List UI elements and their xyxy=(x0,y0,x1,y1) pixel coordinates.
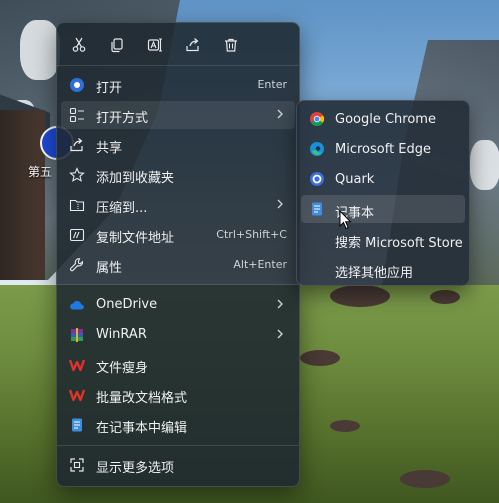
menu-item-open-with[interactable]: 打开方式 xyxy=(61,101,295,129)
trash-icon xyxy=(225,38,237,52)
menu-item-label: 打开 xyxy=(96,81,123,96)
rock xyxy=(400,470,450,488)
wps-icon xyxy=(69,387,85,403)
context-toolbar xyxy=(57,23,299,65)
rock xyxy=(330,420,360,432)
menu-item-label: 共享 xyxy=(96,141,123,156)
chrome-icon xyxy=(310,112,324,126)
menu-item-show-more-options[interactable]: 显示更多选项 xyxy=(61,451,295,479)
more-options-icon xyxy=(69,457,85,473)
menu-item-add-to-favorites[interactable]: 添加到收藏夹 xyxy=(61,161,295,189)
menu-item-properties[interactable]: 属性 Alt+Enter xyxy=(61,251,295,279)
menu-item-shortcut: Enter xyxy=(257,78,287,91)
share-icon xyxy=(69,137,85,153)
submenu-item-label: 选择其他应用 xyxy=(335,266,414,281)
submenu-item-label: Microsoft Edge xyxy=(335,142,432,157)
quark-icon xyxy=(310,172,324,186)
menu-item-label: WinRAR xyxy=(96,327,147,342)
menu-item-share[interactable]: 共享 xyxy=(61,131,295,159)
menu-item-file-slim[interactable]: 文件瘦身 xyxy=(61,351,295,379)
copy-button[interactable] xyxy=(103,33,131,57)
wrench-icon xyxy=(69,257,85,273)
menu-item-winrar[interactable]: WinRAR xyxy=(61,321,295,349)
submenu-item-search-store[interactable]: 搜索 Microsoft Store xyxy=(301,225,465,253)
notepad-icon xyxy=(312,202,322,216)
open-icon xyxy=(69,77,85,93)
scissors-icon xyxy=(72,37,86,52)
open-with-submenu: Google Chrome Microsoft Edge Quark 记事本 搜… xyxy=(296,100,470,286)
chevron-right-icon xyxy=(277,329,283,339)
divider xyxy=(57,445,299,446)
zip-folder-icon xyxy=(69,197,85,213)
share-icon xyxy=(186,38,199,52)
menu-item-label: 复制文件地址 xyxy=(96,231,175,246)
snow-patch xyxy=(470,140,499,190)
rock xyxy=(300,350,340,366)
menu-item-label: 压缩到... xyxy=(96,201,148,216)
menu-item-label: 属性 xyxy=(96,261,123,276)
edge-icon xyxy=(310,142,324,156)
submenu-item-notepad[interactable]: 记事本 xyxy=(301,195,465,223)
winrar-icon xyxy=(69,327,85,343)
cloud-icon xyxy=(69,297,85,313)
submenu-item-label: Google Chrome xyxy=(335,112,436,127)
divider xyxy=(57,65,299,66)
divider xyxy=(57,284,299,285)
menu-item-label: 添加到收藏夹 xyxy=(96,171,175,186)
submenu-item-choose-other-app[interactable]: 选择其他应用 xyxy=(301,255,465,283)
wps-icon xyxy=(69,357,85,373)
menu-item-edit-in-notepad[interactable]: 在记事本中编辑 xyxy=(61,411,295,439)
menu-item-shortcut: Alt+Enter xyxy=(233,258,287,271)
desktop-shortcut-label[interactable]: 第五 xyxy=(28,163,52,180)
rename-icon xyxy=(147,38,162,52)
copy-path-icon xyxy=(69,227,85,243)
menu-item-label: 批量改文档格式 xyxy=(96,391,188,406)
menu-item-label: 显示更多选项 xyxy=(96,461,175,476)
cut-button[interactable] xyxy=(65,33,93,57)
open-with-icon xyxy=(69,107,85,123)
chevron-right-icon xyxy=(277,109,283,119)
snow-patch xyxy=(20,20,60,80)
menu-item-onedrive[interactable]: OneDrive xyxy=(61,291,295,319)
delete-button[interactable] xyxy=(217,33,245,57)
notepad-icon xyxy=(69,417,85,433)
menu-item-batch-format[interactable]: 批量改文档格式 xyxy=(61,381,295,409)
menu-item-compress[interactable]: 压缩到... xyxy=(61,191,295,219)
context-menu: 打开 Enter 打开方式 共享 添加到收藏夹 压缩到... 复制文件地址 Ct… xyxy=(56,22,300,487)
submenu-item-quark[interactable]: Quark xyxy=(301,165,465,193)
menu-item-shortcut: Ctrl+Shift+C xyxy=(216,228,287,241)
menu-item-copy-path[interactable]: 复制文件地址 Ctrl+Shift+C xyxy=(61,221,295,249)
chevron-right-icon xyxy=(277,299,283,309)
copy-icon xyxy=(111,38,123,53)
chevron-right-icon xyxy=(277,199,283,209)
submenu-item-label: 搜索 Microsoft Store xyxy=(335,236,463,251)
menu-item-open[interactable]: 打开 Enter xyxy=(61,71,295,99)
menu-item-label: OneDrive xyxy=(96,297,158,312)
cabin xyxy=(0,110,45,280)
rename-button[interactable] xyxy=(141,33,169,57)
submenu-item-chrome[interactable]: Google Chrome xyxy=(301,105,465,133)
menu-item-label: 打开方式 xyxy=(96,111,149,126)
submenu-item-label: Quark xyxy=(335,172,375,187)
rock xyxy=(430,290,460,304)
share-button[interactable] xyxy=(179,33,207,57)
menu-item-label: 在记事本中编辑 xyxy=(96,421,188,436)
star-icon xyxy=(69,167,85,183)
submenu-item-edge[interactable]: Microsoft Edge xyxy=(301,135,465,163)
rock xyxy=(330,285,390,307)
mouse-cursor-icon xyxy=(339,210,352,230)
menu-item-label: 文件瘦身 xyxy=(96,361,149,376)
